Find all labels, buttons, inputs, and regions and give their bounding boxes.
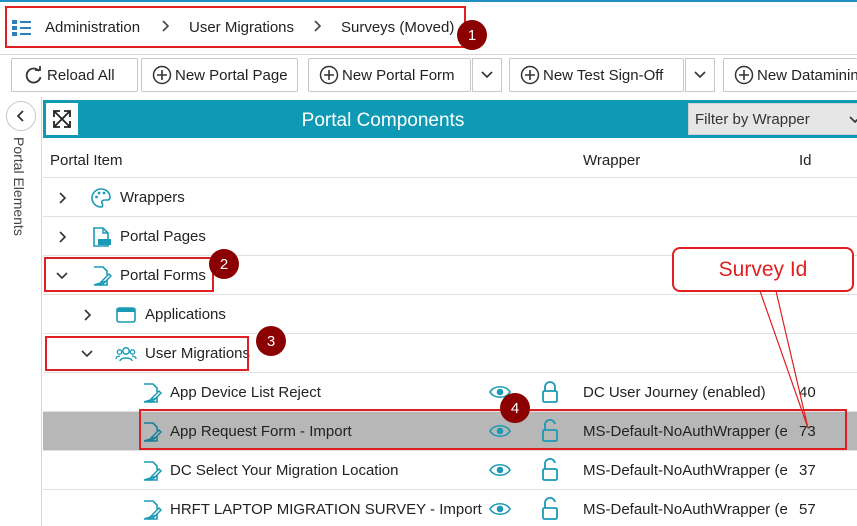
new-test-signoff-dropdown[interactable] <box>685 58 715 92</box>
wrapper-value: DC User Journey (enabled) <box>583 384 766 401</box>
tree-label: Wrappers <box>120 189 185 206</box>
tree-row-wrappers[interactable]: Wrappers <box>43 178 857 217</box>
new-portal-page-button[interactable]: New Portal Page <box>141 58 298 92</box>
form-name: HRFT LAPTOP MIGRATION SURVEY - Import <box>170 501 482 518</box>
annotation-badge-2: 2 <box>209 249 239 279</box>
id-value: 40 <box>799 384 816 401</box>
new-datamining-label: New Datamining <box>757 66 857 84</box>
lock-closed-icon[interactable] <box>541 380 559 404</box>
annotation-box-selected-row <box>139 409 847 450</box>
wrapper-value: MS-Default-NoAuthWrapper (enabled) <box>583 462 787 479</box>
column-header-id[interactable]: Id <box>799 152 812 169</box>
plus-circle-icon <box>152 65 172 85</box>
annotation-badge-4: 4 <box>500 393 530 423</box>
plus-circle-icon <box>520 65 540 85</box>
tree-label: Portal Pages <box>120 228 206 245</box>
reload-icon <box>25 66 42 84</box>
wrapper-value: MS-Default-NoAuthWrapper (enabled) <box>583 501 787 518</box>
annotation-box-portal-forms <box>44 257 214 292</box>
collapse-panel-button[interactable] <box>6 101 36 131</box>
chevron-down-icon <box>481 71 493 79</box>
form-name: App Device List Reject <box>170 384 321 401</box>
new-test-signoff-button[interactable]: New Test Sign-Off <box>509 58 684 92</box>
survey-id-callout: Survey Id <box>672 247 854 292</box>
eye-icon[interactable] <box>489 501 511 517</box>
form-edit-icon <box>143 383 162 404</box>
new-portal-form-button[interactable]: New Portal Form <box>308 58 471 92</box>
tree-row-applications[interactable]: Applications <box>43 295 857 334</box>
lock-open-icon[interactable] <box>541 497 559 521</box>
tree-label: Applications <box>145 306 226 323</box>
column-header-wrapper[interactable]: Wrapper <box>583 152 640 169</box>
new-portal-page-label: New Portal Page <box>175 66 288 84</box>
portal-elements-panel: Portal Elements <box>0 97 42 526</box>
header-title: Portal Components <box>301 110 465 131</box>
form-edit-icon <box>143 461 162 482</box>
table-row[interactable]: App Device List Reject DC User Journey (… <box>43 373 857 412</box>
annotation-box-breadcrumb <box>5 6 466 48</box>
form-edit-icon <box>143 500 162 521</box>
id-value: 57 <box>799 501 816 518</box>
column-header-portal-item[interactable]: Portal Item <box>50 152 123 169</box>
portal-components-header: Portal Components Filter by Wrapper <box>43 100 857 138</box>
chevron-down-icon <box>694 71 706 79</box>
table-row[interactable]: DC Select Your Migration Location MS-Def… <box>43 451 857 490</box>
annotation-badge-1: 1 <box>457 20 487 50</box>
eye-icon[interactable] <box>489 462 511 478</box>
filter-by-wrapper-select[interactable]: Filter by Wrapper <box>688 103 857 135</box>
reload-all-button[interactable]: Reload All <box>11 58 138 92</box>
id-value: 37 <box>799 462 816 479</box>
new-datamining-button[interactable]: New Datamining <box>723 58 857 92</box>
document-icon <box>93 227 111 247</box>
new-portal-form-label: New Portal Form <box>342 66 455 84</box>
chevron-left-icon <box>16 110 24 122</box>
filter-placeholder: Filter by Wrapper <box>695 110 810 128</box>
toolbar-divider <box>0 54 857 55</box>
portal-elements-tab[interactable]: Portal Elements <box>11 137 27 236</box>
chevron-right-icon[interactable] <box>82 308 94 322</box>
form-name: DC Select Your Migration Location <box>170 462 399 479</box>
plus-circle-icon <box>319 65 339 85</box>
reload-all-label: Reload All <box>47 66 115 84</box>
chevron-right-icon[interactable] <box>57 230 69 244</box>
application-window-icon <box>116 307 136 323</box>
annotation-badge-3: 3 <box>256 326 286 356</box>
plus-circle-icon <box>734 65 754 85</box>
chevron-right-icon[interactable] <box>57 191 69 205</box>
annotation-box-user-migrations <box>45 336 249 371</box>
palette-icon <box>91 188 111 208</box>
new-portal-form-dropdown[interactable] <box>472 58 502 92</box>
chevron-down-icon <box>849 116 857 124</box>
table-row[interactable]: HRFT LAPTOP MIGRATION SURVEY - Import MS… <box>43 490 857 526</box>
new-test-signoff-label: New Test Sign-Off <box>543 66 664 84</box>
lock-open-icon[interactable] <box>541 458 559 482</box>
